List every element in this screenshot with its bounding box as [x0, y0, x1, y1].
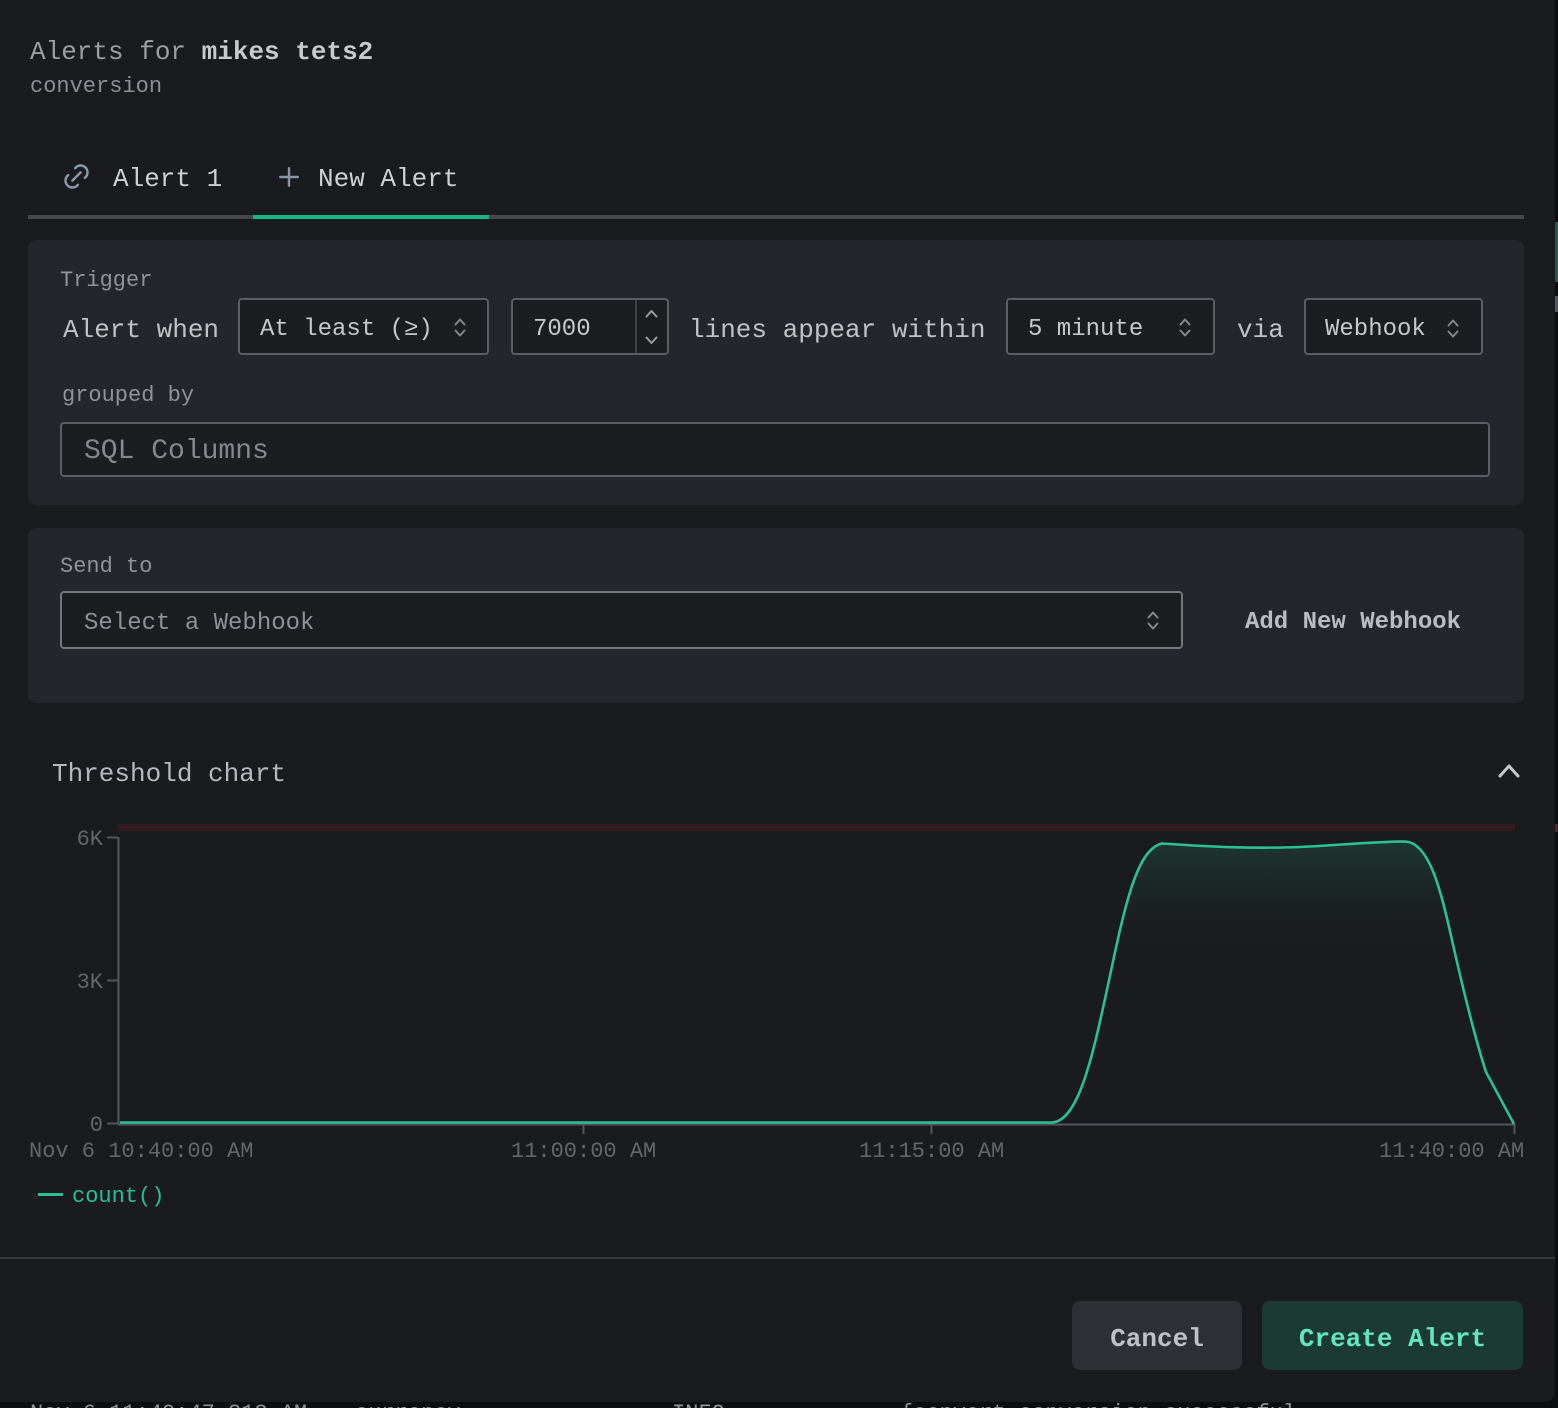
svg-text:11:15:00 AM: 11:15:00 AM: [859, 1139, 1004, 1164]
svg-text:11:00:00 AM: 11:00:00 AM: [511, 1139, 656, 1164]
svg-text:count(): count(): [72, 1184, 164, 1209]
svg-text:6K: 6K: [77, 827, 104, 852]
svg-text:0: 0: [90, 1113, 103, 1138]
svg-text:11:40:00 AM: 11:40:00 AM: [1379, 1139, 1524, 1164]
svg-text:3K: 3K: [77, 970, 104, 995]
svg-text:Nov 6 10:40:00 AM: Nov 6 10:40:00 AM: [29, 1139, 253, 1164]
